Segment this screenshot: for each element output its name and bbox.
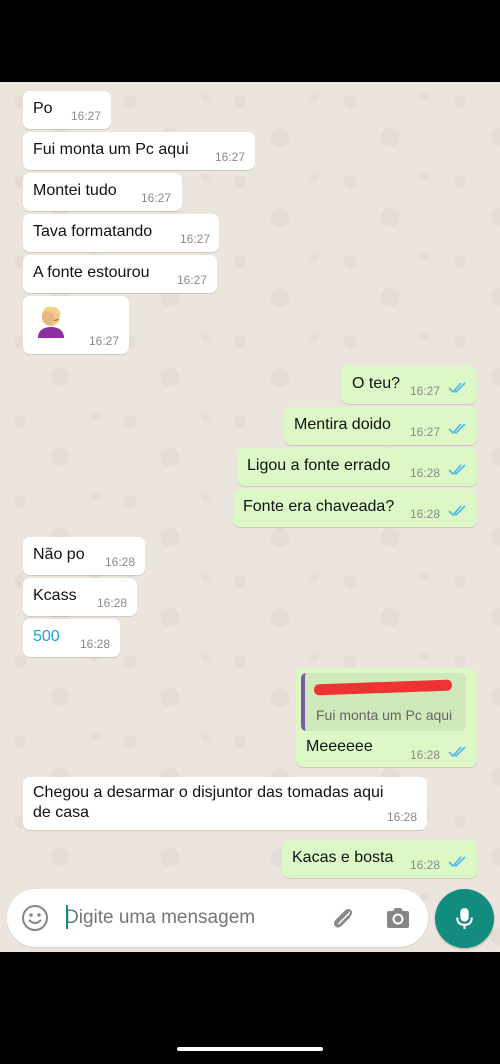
double-check-icon [448,423,466,435]
chat-area[interactable]: Po 16:27 Fui monta um Pc aqui 16:27 Mont… [0,82,500,952]
message-incoming[interactable]: Tava formatando 16:27 [23,214,219,252]
message-composer [7,889,428,947]
message-incoming[interactable]: Não po 16:28 [23,537,145,575]
message-text: Mentira doido [294,416,391,433]
message-time: 16:27 [410,384,441,398]
quoted-text: Fui monta um Pc aqui [316,707,453,723]
message-outgoing-reply[interactable]: Fui monta um Pc aqui Meeeeee 16:28 [296,668,477,767]
text-caret [66,905,68,929]
message-time: 16:28 [105,555,136,569]
message-time: 16:28 [410,748,441,762]
message-time: 16:28 [387,810,418,824]
message-time: 16:27 [141,191,172,205]
message-text: Kacas e bosta [292,849,394,866]
face-palm-emoji [38,306,64,338]
message-outgoing[interactable]: Kacas e bosta 16:28 [282,840,477,878]
camera-icon[interactable] [384,904,412,932]
home-indicator[interactable] [177,1047,323,1051]
message-text: A fonte estourou [33,264,150,281]
message-incoming[interactable]: A fonte estourou 16:27 [23,255,217,293]
message-time: 16:28 [410,858,441,872]
emoji-icon[interactable] [21,904,49,932]
message-incoming[interactable]: Chegou a desarmar o disjuntor das tomada… [23,777,427,830]
redacted-sender [313,679,453,696]
message-incoming[interactable]: Po 16:27 [23,91,111,129]
message-incoming[interactable]: Kcass 16:28 [23,578,137,616]
message-outgoing[interactable]: Ligou a fonte errado 16:28 [237,448,477,486]
double-check-icon [448,746,466,758]
mic-button[interactable] [435,889,494,948]
message-time: 16:28 [97,596,128,610]
message-outgoing[interactable]: Mentira doido 16:27 [284,407,477,445]
message-link[interactable]: 500 [33,628,60,646]
message-text: O teu? [352,375,401,392]
message-text: Tava formatando [33,223,153,240]
message-outgoing[interactable]: O teu? 16:27 [342,366,477,404]
mic-icon [456,908,473,929]
message-text: Po [33,100,53,117]
message-incoming[interactable]: 16:27 [23,296,129,354]
double-check-icon [448,382,466,394]
navigation-bar [0,952,500,1064]
message-text-line: Chegou a desarmar o disjuntor das tomada… [33,784,384,801]
message-text: Fui monta um Pc aqui [33,141,189,158]
message-time: 16:28 [410,507,441,521]
quoted-message[interactable]: Fui monta um Pc aqui [301,673,466,731]
message-incoming[interactable]: Montei tudo 16:27 [23,173,182,211]
message-text: Ligou a fonte errado [247,457,391,474]
message-text: Meeeeee [306,738,373,755]
message-text: Não po [33,546,85,563]
double-check-icon [448,505,466,517]
message-incoming[interactable]: 500 16:28 [23,619,120,657]
message-time: 16:28 [80,637,111,651]
message-input[interactable] [65,904,315,932]
double-check-icon [448,464,466,476]
message-outgoing[interactable]: Fonte era chaveada? 16:28 [233,489,477,527]
message-time: 16:27 [410,425,441,439]
status-bar [0,0,500,82]
message-incoming[interactable]: Fui monta um Pc aqui 16:27 [23,132,255,170]
attach-icon[interactable] [329,903,357,933]
message-text: Fonte era chaveada? [243,498,395,515]
message-text: Kcass [33,587,77,604]
double-check-icon [448,856,466,868]
message-text-line: de casa [33,804,90,821]
message-time: 16:27 [180,232,211,246]
message-time: 16:27 [71,109,102,123]
message-time: 16:27 [89,334,120,348]
message-time: 16:27 [177,273,208,287]
message-text: Montei tudo [33,182,117,199]
message-time: 16:28 [410,466,441,480]
message-time: 16:27 [215,150,246,164]
